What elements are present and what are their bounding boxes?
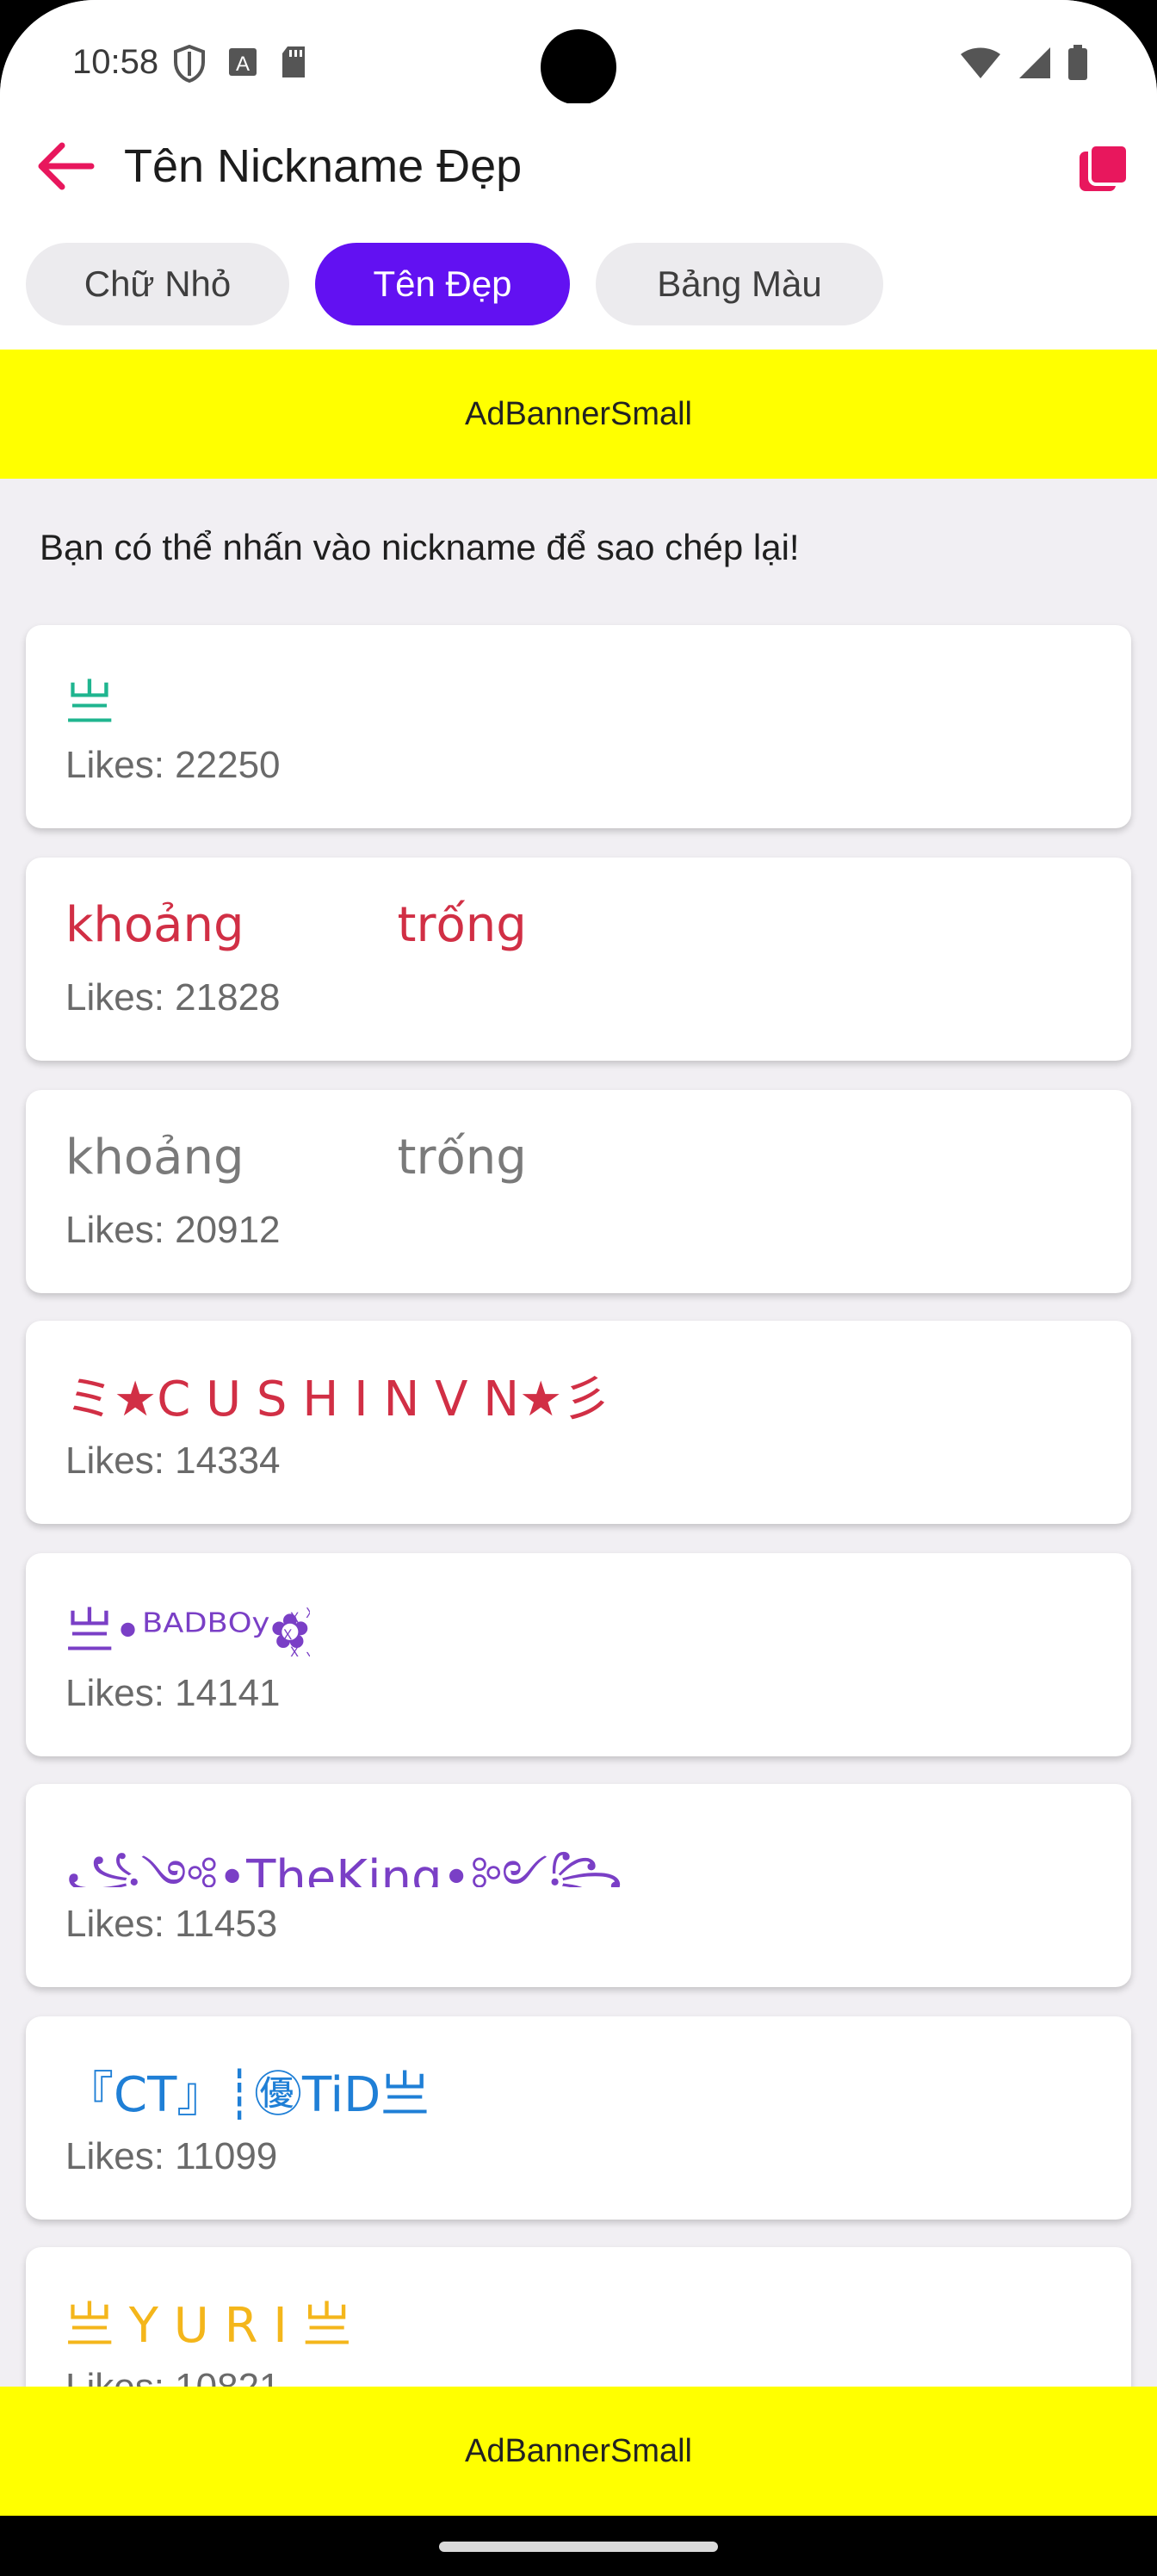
likes-value: 22250 (175, 744, 281, 786)
likes-count: Likes: 22250 (65, 744, 281, 787)
hint-text: Bạn có thể nhấn vào nickname để sao chép… (40, 527, 800, 567)
page-title: Tên Nickname Đẹp (124, 140, 523, 192)
copy-button[interactable] (1069, 136, 1138, 205)
likes-prefix: Likes: (65, 1440, 176, 1482)
tab-chu-nho[interactable]: Chữ Nhỏ (26, 243, 289, 325)
nickname-text: 『CT』┊㊝TiD亗 (65, 2067, 430, 2120)
nickname-text: 亗 Y U R I 亗 (65, 2298, 351, 2350)
tab-ten-dep[interactable]: Tên Đẹp (315, 243, 570, 325)
likes-value: 14141 (175, 1672, 281, 1714)
likes-prefix: Likes: (65, 1209, 176, 1251)
ad-banner-top[interactable]: AdBannerSmall (0, 350, 1157, 479)
cell-signal-icon (1018, 46, 1052, 84)
likes-value: 20912 (175, 1209, 281, 1251)
likes-count: Likes: 11099 (65, 2135, 277, 2178)
likes-prefix: Likes: (65, 1672, 176, 1714)
back-button[interactable] (26, 129, 103, 207)
likes-count: Likes: 14334 (65, 1440, 281, 1483)
likes-value: 14334 (175, 1440, 281, 1482)
nickname-card[interactable]: khoảng trống Likes: 20912 (26, 1090, 1131, 1293)
nickname-text: 亗•ᴮᴬᴰᴮᴼʸ✿꙰ (65, 1604, 311, 1656)
nickname-card[interactable]: khoảng trống Likes: 21828 (26, 858, 1131, 1061)
sd-card-icon (279, 45, 308, 87)
screen: 10:58 A Tên Nickname Đẹp Chữ Nhỏ Tên Đẹp… (0, 0, 1157, 2576)
status-bar: 10:58 A (0, 0, 1157, 105)
nickname-card[interactable]: ꧁༺•TheKing•༻꧂ Likes: 11453 (26, 1784, 1131, 1987)
nickname-card[interactable]: ミ★C U S H I N V N★彡 Likes: 14334 (26, 1321, 1131, 1524)
likes-count: Likes: 20912 (65, 1209, 281, 1252)
likes-prefix: Likes: (65, 744, 176, 786)
likes-prefix: Likes: (65, 976, 176, 1019)
svg-text:A: A (236, 53, 250, 76)
status-time: 10:58 (72, 43, 159, 81)
likes-count: Likes: 11453 (65, 1903, 277, 1946)
copy-icon (1078, 142, 1129, 199)
likes-value: 11453 (175, 1903, 278, 1945)
nickname-card[interactable]: 亗•ᴮᴬᴰᴮᴼʸ✿꙰ Likes: 14141 (26, 1553, 1131, 1756)
likes-prefix: Likes: (65, 1903, 176, 1945)
arrow-left-icon (34, 140, 95, 196)
nickname-text: 亗 (65, 676, 114, 728)
ad-banner-bottom[interactable]: AdBannerSmall (0, 2387, 1157, 2516)
status-icons-right (959, 45, 1088, 85)
likes-value: 11099 (175, 2135, 278, 2177)
likes-value: 21828 (175, 976, 281, 1019)
nickname-text: khoảng trống (65, 1130, 527, 1186)
camera-hole (541, 29, 616, 105)
likes-count: Likes: 14141 (65, 1672, 281, 1715)
likes-count: Likes: 21828 (65, 976, 281, 1019)
nickname-text: ミ★C U S H I N V N★彡 (65, 1372, 611, 1424)
a-text-icon: A (227, 45, 258, 87)
battery-icon (1067, 45, 1088, 85)
tab-bang-mau[interactable]: Bảng Màu (596, 243, 883, 325)
home-gesture-handle[interactable] (439, 2542, 718, 2552)
nickname-text: ꧁༺•TheKing•༻꧂ (65, 1850, 623, 1887)
tab-bar: Chữ Nhỏ Tên Đẹp Bảng Màu (0, 232, 1157, 350)
navigation-bar (0, 2516, 1157, 2576)
app-bar: Tên Nickname Đẹp (0, 103, 1157, 232)
wifi-icon (959, 46, 1002, 84)
status-icons-left: A (172, 44, 308, 87)
shield-icon (172, 44, 207, 87)
nickname-card[interactable]: 『CT』┊㊝TiD亗 Likes: 11099 (26, 2016, 1131, 2220)
nickname-card[interactable]: 亗 Likes: 22250 (26, 625, 1131, 828)
likes-prefix: Likes: (65, 2135, 176, 2177)
nickname-text: khoảng trống (65, 897, 527, 953)
